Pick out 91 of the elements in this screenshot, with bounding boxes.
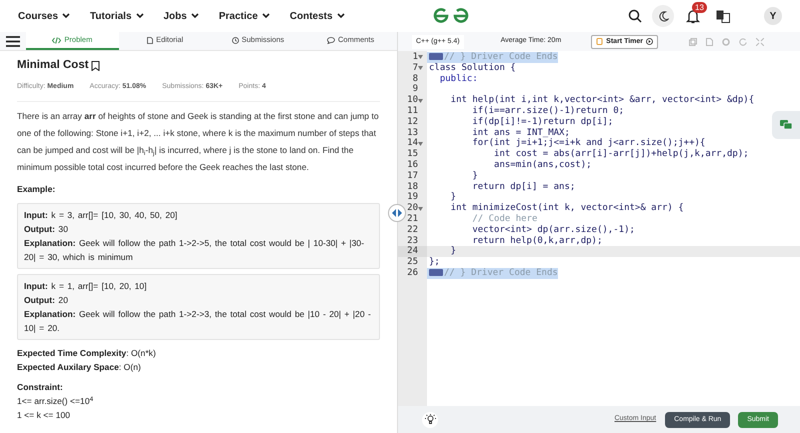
code-line: int cost = abs(arr[i]-arr[j])+help(j,k,arr,dp); [493, 149, 749, 160]
timer-icon [596, 38, 604, 45]
nav-menu[interactable]: Practice [218, 8, 270, 24]
fold-marker[interactable] [429, 53, 443, 60]
avatar[interactable]: Y [764, 7, 782, 25]
line-number: 14 [407, 138, 418, 150]
resize-handle[interactable] [388, 204, 406, 222]
nav-menu[interactable]: Courses [18, 8, 70, 24]
moon-icon [658, 10, 668, 22]
chevron-icon [262, 13, 270, 19]
chat-button[interactable] [772, 111, 800, 139]
complexity-line: Expected Auxilary Space: O(n) [17, 361, 142, 374]
example-line: Explanation: Geek will follow the path 1->2->5, the total cost would be | 10-30| + |30-20| = 30, which is minimum [24, 237, 366, 264]
code-line: ans=min(ans,cost); [493, 160, 592, 171]
dark-mode-button[interactable] [652, 5, 674, 27]
nav-menu[interactable]: Contests [290, 8, 345, 24]
line-number: 18 [407, 182, 418, 192]
code-line: return help(0,k,arr,dp); [471, 236, 602, 246]
code-line: for(int j=i+1;j<=i+k and j<arr.size();j++){ [471, 138, 706, 149]
bell-icon[interactable] [686, 8, 700, 24]
code-line: vector<int> dp(arr.size(),-1); [471, 224, 635, 236]
problem-description: There is an array arr of heights of stone and Geek is standing at the first stone and can jump to one of the following: Stone i+1, i+2, ... i+k stone, where k is the maximum number of steps that can be jumped and cost will be |h$_{i}$-h$_{j}$| is incurred, where j is the stone to land on. Find the minimum possible total cost incurred before the Geek reaches the last stone. [17, 110, 380, 174]
notification-count: 13 [692, 2, 707, 12]
line-number: 22 [407, 224, 418, 236]
constraint-heading: Constraint: [17, 381, 64, 394]
example-line: Explanation: Geek will follow the path 1->2->3, the total cost would be |10 - 20| + |20 - 10| = 20. [24, 308, 372, 335]
hint-button[interactable] [422, 412, 438, 428]
line-number: 21 [407, 214, 418, 225]
code-line: int help(int i,int k,vector<int> &arr, vector<int> &dp){ [450, 95, 754, 106]
code-line: // Code here [471, 214, 538, 225]
line-number: 16 [407, 160, 418, 171]
nav-menu[interactable]: Tutorials [90, 8, 144, 24]
code-line: public: [438, 74, 478, 84]
line-number: 11 [407, 106, 418, 117]
fold-marker[interactable] [429, 268, 443, 276]
menu-icon[interactable] [6, 36, 20, 46]
line-number: 19 [407, 192, 418, 203]
play-icon [646, 38, 654, 45]
logo-icon[interactable] [432, 7, 469, 25]
chat-icon [780, 120, 792, 130]
translate-icon[interactable] [716, 10, 730, 22]
constraint-line: 1<= arr.size() <=10$^{4}$ [17, 394, 94, 408]
fold-toggle[interactable] [418, 98, 425, 103]
line-number: 10 [407, 95, 418, 106]
line-number: 12 [407, 116, 418, 128]
code-icon [52, 36, 62, 44]
clock-icon [232, 36, 239, 44]
nav-menu[interactable]: Jobs [164, 8, 199, 24]
chevron-icon [62, 13, 70, 19]
line-number: 26 [407, 268, 418, 279]
bookmark-icon[interactable] [90, 60, 100, 70]
line-number: 13 [407, 128, 418, 138]
example-line: Input: k = 1, arr[]= [10, 20, 10] [24, 280, 148, 293]
line-number: 9 [412, 84, 418, 95]
example-line: Output: 30 [24, 223, 69, 236]
chevron-icon [190, 13, 199, 19]
search-icon[interactable] [628, 9, 642, 23]
code-line: } [450, 192, 456, 203]
code-line: }; [428, 257, 440, 268]
line-number: 1 [412, 52, 418, 63]
problem-title: Minimal Cost [17, 58, 89, 73]
line-number: 23 [407, 236, 418, 246]
fold-toggle[interactable] [418, 142, 425, 146]
comment-icon [326, 36, 335, 44]
example-heading: Example: [17, 183, 56, 196]
fold-toggle[interactable] [418, 206, 425, 211]
code-line: int minimizeCost(int k, vector<int>& arr) { [450, 203, 684, 214]
line-number: 8 [412, 74, 418, 84]
fold-toggle[interactable] [418, 55, 425, 60]
line-number: 7 [412, 62, 418, 74]
line-number: 17 [407, 170, 418, 182]
chevron-icon [336, 13, 345, 19]
code-line: if(dp[i]!=-1)return dp[i]; [471, 116, 614, 128]
line-number: 20 [407, 203, 418, 214]
document-icon [147, 36, 154, 44]
constraint-line: 1 <= k <= 100 [17, 409, 72, 422]
example-line: Input: k = 3, arr[]= [10, 30, 40, 50, 20] [24, 209, 178, 222]
example-line: Output: 20 [24, 294, 69, 307]
complexity-line: Expected Time Complexity: O(n*k) [17, 347, 157, 360]
code-line: class Solution { [428, 62, 516, 74]
code-line: if(i==arr.size()-1)return 0; [471, 106, 624, 117]
code-line: return dp[i] = ans; [471, 182, 576, 192]
line-number: 25 [407, 257, 418, 268]
line-number: 24 [407, 246, 418, 257]
lightbulb-icon [424, 414, 436, 425]
fold-toggle[interactable] [418, 66, 425, 70]
code-line: } [471, 170, 478, 182]
chevron-icon [136, 13, 144, 19]
line-number: 15 [407, 149, 418, 160]
resize-arrows-icon [392, 209, 402, 217]
code-line: int ans = INT_MAX; [471, 128, 570, 138]
